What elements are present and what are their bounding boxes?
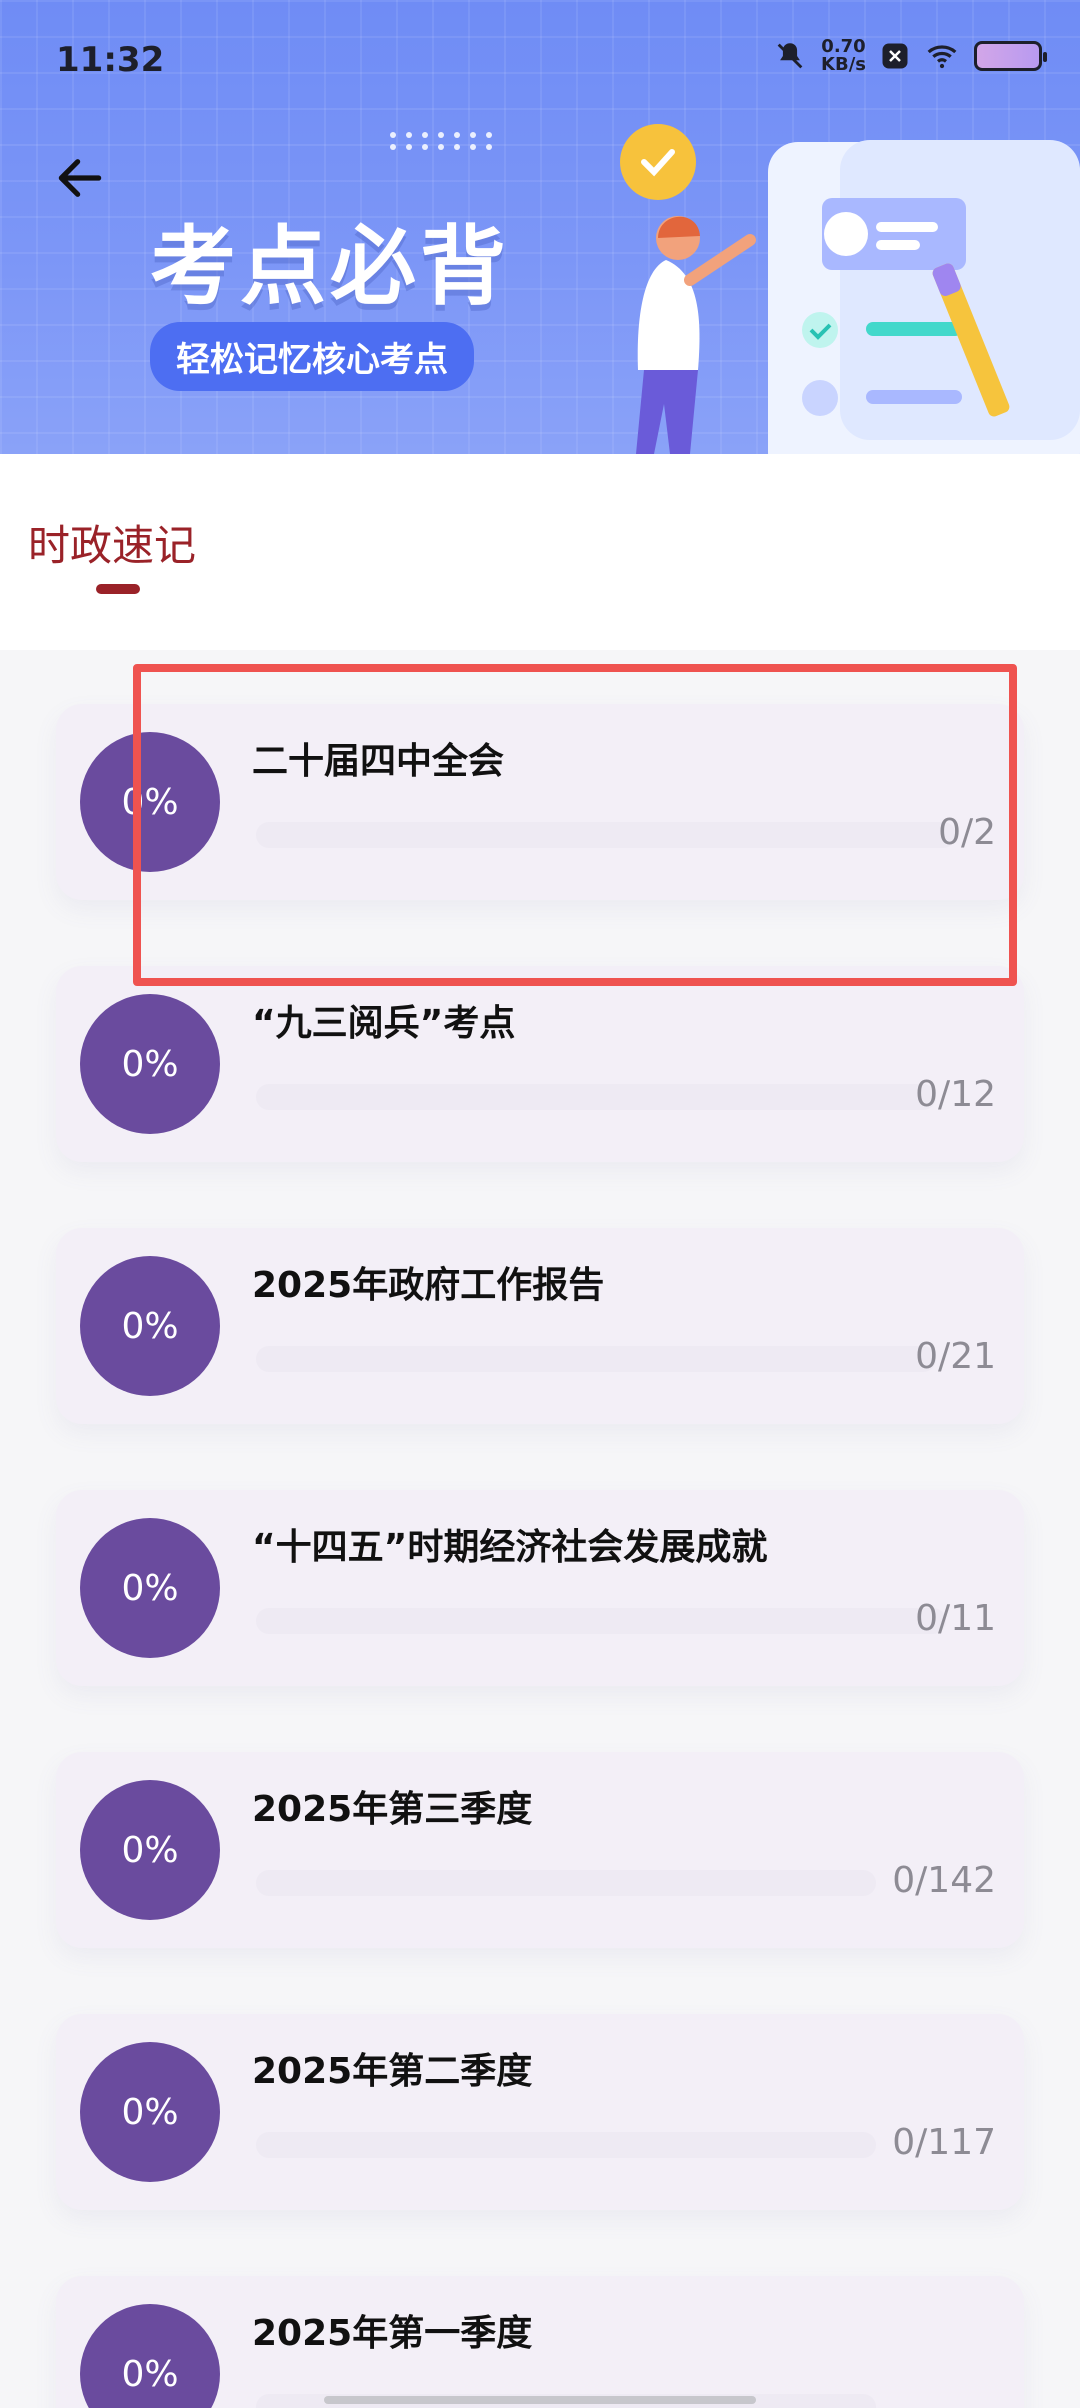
list-item-title: 2025年第三季度 [252,1789,533,1830]
wifi-icon [927,45,957,69]
battery-icon [974,41,1047,71]
back-arrow-icon[interactable] [52,150,108,206]
list-item-title: 2025年第二季度 [252,2051,533,2092]
list-item-title: “九三阅兵”考点 [252,1003,516,1044]
progress-bar [256,2132,876,2158]
page: 11:32 0.70 KB/s 考点必背 轻松记忆核心考点 时政速记 0% 二十… [0,0,1080,2408]
progress-count: 0/142 [892,1860,996,1901]
progress-percent-badge: 0% [80,994,220,1134]
network-speed-unit: KB/s [821,54,866,75]
list-item[interactable]: 0% 2025年第三季度 0/142 [56,1752,1024,1948]
list-item[interactable]: 0% 2025年第一季度 [56,2276,1024,2408]
list-item-title: “十四五”时期经济社会发展成就 [252,1527,768,1568]
progress-percent-badge: 0% [80,2042,220,2182]
list-item-title: 二十届四中全会 [252,741,505,782]
progress-percent-badge: 0% [80,1518,220,1658]
list-item[interactable]: 0% 2025年第二季度 0/117 [56,2014,1024,2210]
progress-bar [256,822,956,848]
home-indicator[interactable] [324,2396,756,2404]
network-speed: 0.70 KB/s [821,38,866,74]
list-item[interactable]: 0% “十四五”时期经济社会发展成就 0/11 [56,1490,1024,1686]
progress-bar [256,1084,936,1110]
header-banner: 11:32 0.70 KB/s 考点必背 轻松记忆核心考点 [0,0,1080,454]
progress-percent-badge: 0% [80,1780,220,1920]
list-item[interactable]: 0% 二十届四中全会 0/2 [56,704,1024,900]
list-item[interactable]: 0% 2025年政府工作报告 0/21 [56,1228,1024,1424]
progress-percent-badge: 0% [80,1256,220,1396]
progress-count: 0/11 [915,1598,996,1639]
subtitle-pill: 轻松记忆核心考点 [150,322,474,391]
topic-list: 0% 二十届四中全会 0/2 0% “九三阅兵”考点 0/12 0% 2025年… [0,650,1080,2408]
list-item-title: 2025年政府工作报告 [252,1265,605,1306]
status-bar-icons: 0.70 KB/s [773,38,1047,74]
progress-percent-badge: 0% [80,732,220,872]
status-time: 11:32 [56,40,165,80]
progress-bar [256,1870,876,1896]
list-item-title: 2025年第一季度 [252,2313,533,2354]
progress-percent-badge: 0% [80,2304,220,2408]
progress-count: 0/21 [915,1336,996,1377]
progress-count: 0/2 [938,812,996,853]
progress-bar [256,1346,936,1372]
close-box-icon [882,43,908,69]
tab-active-indicator [96,584,140,594]
list-item[interactable]: 0% “九三阅兵”考点 0/12 [56,966,1024,1162]
progress-count: 0/117 [892,2122,996,2163]
decor-dots [390,132,496,150]
progress-bar [256,1608,946,1634]
illustration-person-checklist [620,124,1080,454]
tab-current-affairs[interactable]: 时政速记 [28,512,196,573]
progress-count: 0/12 [915,1074,996,1115]
page-title: 考点必背 [150,217,510,317]
mute-bell-icon [777,43,803,69]
